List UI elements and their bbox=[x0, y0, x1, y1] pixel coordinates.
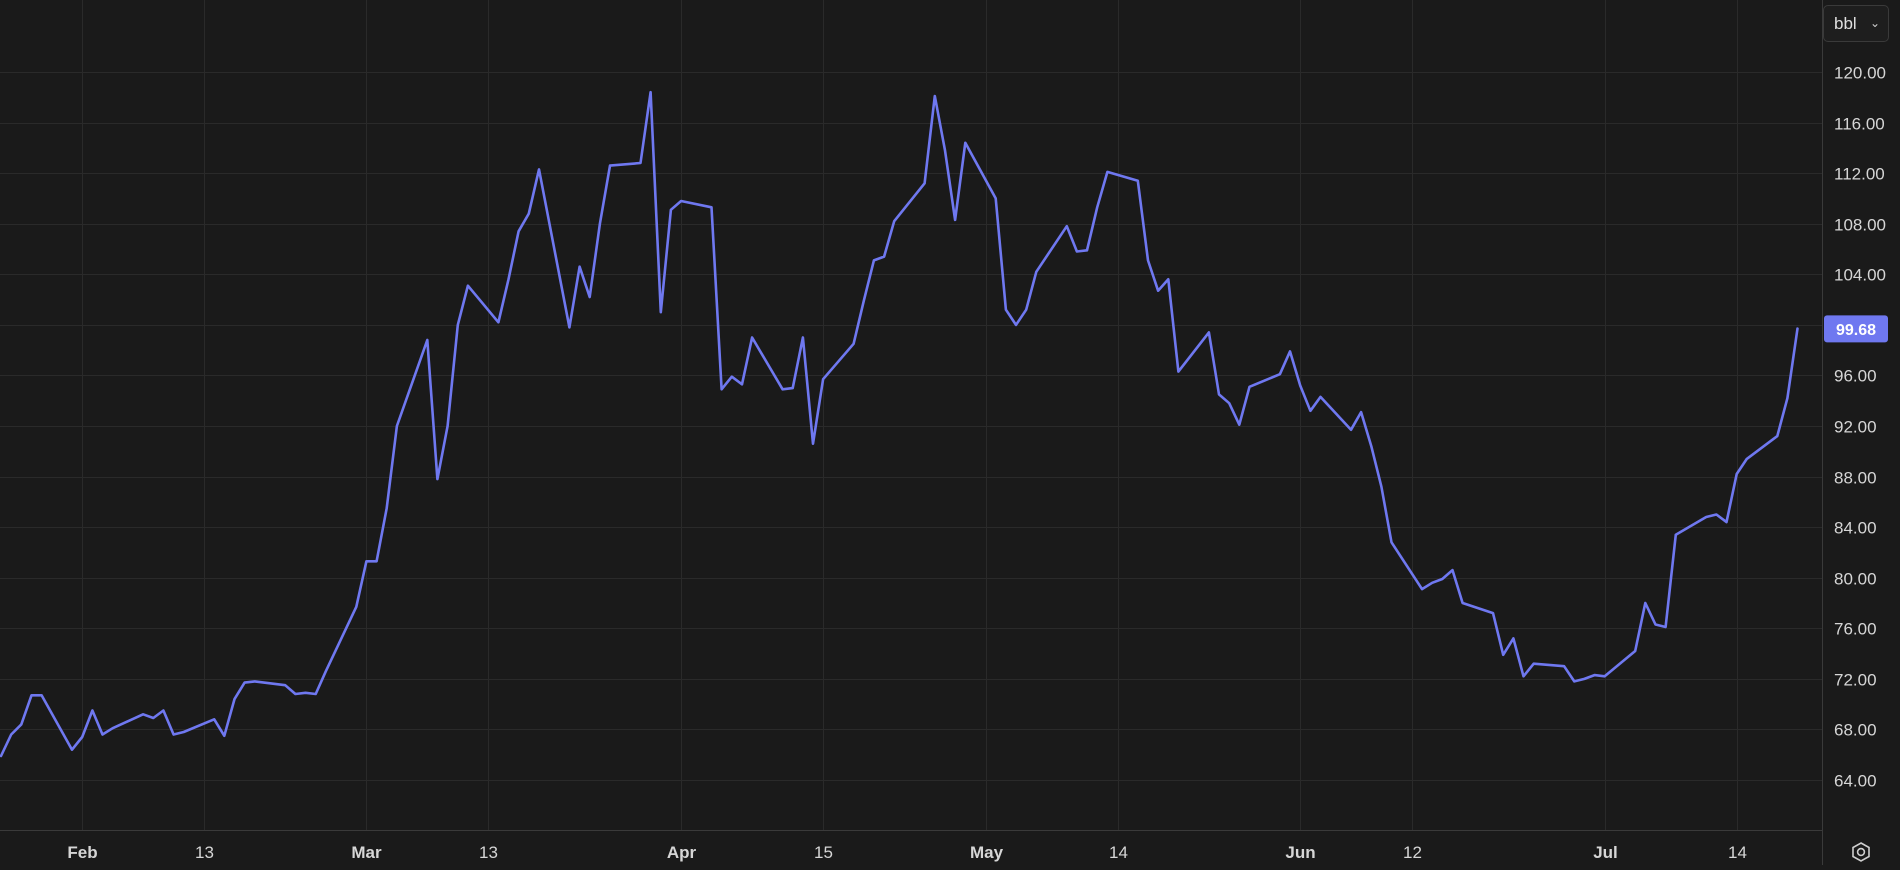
chevron-down-icon: ⌄ bbox=[1869, 16, 1880, 30]
price-tick-label: 104.00 bbox=[1834, 266, 1886, 285]
time-tick-label: 15 bbox=[814, 843, 833, 862]
price-tick-label: 68.00 bbox=[1834, 721, 1877, 740]
price-tick-label: 116.00 bbox=[1834, 115, 1885, 134]
time-tick-label: Jul bbox=[1593, 843, 1618, 862]
price-tick-label: 84.00 bbox=[1834, 519, 1877, 538]
price-tick-label: 96.00 bbox=[1834, 367, 1877, 386]
time-tick-label: 13 bbox=[195, 843, 214, 862]
horizontal-gridlines bbox=[0, 72, 1822, 781]
chart-settings-button[interactable] bbox=[1848, 839, 1874, 865]
current-price-badge: 99.68 bbox=[1824, 315, 1888, 343]
time-axis[interactable]: Feb 13 Mar 13 Apr 15 May 14 Jun 12 Jul 14 bbox=[67, 843, 1747, 862]
unit-selector-value: bbl bbox=[1834, 14, 1857, 33]
time-tick-label: May bbox=[970, 843, 1004, 862]
price-tick-label: 112.00 bbox=[1834, 165, 1885, 184]
price-tick-label: 76.00 bbox=[1834, 620, 1877, 639]
price-tick-label: 72.00 bbox=[1834, 671, 1877, 690]
price-tick-label: 80.00 bbox=[1834, 570, 1877, 589]
time-tick-label: Jun bbox=[1285, 843, 1315, 862]
price-tick-label: 88.00 bbox=[1834, 469, 1877, 488]
price-axis[interactable]: 120.00 116.00 112.00 108.00 104.00 96.00 92.00… bbox=[1834, 64, 1886, 791]
current-price-label: 99.68 bbox=[1836, 322, 1876, 339]
gear-icon bbox=[1852, 842, 1870, 862]
price-series-line bbox=[0, 90, 1799, 758]
price-tick-label: 92.00 bbox=[1834, 418, 1877, 437]
price-chart[interactable]: 120.00 116.00 112.00 108.00 104.00 96.00 92.00… bbox=[0, 0, 1900, 865]
vertical-gridlines bbox=[82, 0, 1738, 830]
price-tick-label: 64.00 bbox=[1834, 772, 1877, 791]
time-tick-label: 13 bbox=[479, 843, 498, 862]
time-tick-label: 14 bbox=[1109, 843, 1128, 862]
price-tick-label: 108.00 bbox=[1834, 216, 1886, 235]
time-tick-label: 14 bbox=[1728, 843, 1747, 862]
time-tick-label: Mar bbox=[351, 843, 382, 862]
time-tick-label: Apr bbox=[667, 843, 697, 862]
unit-selector[interactable]: bbl ⌄ bbox=[1823, 5, 1889, 42]
time-tick-label: 12 bbox=[1403, 843, 1422, 862]
time-tick-label: Feb bbox=[67, 843, 97, 862]
price-tick-label: 120.00 bbox=[1834, 64, 1886, 83]
